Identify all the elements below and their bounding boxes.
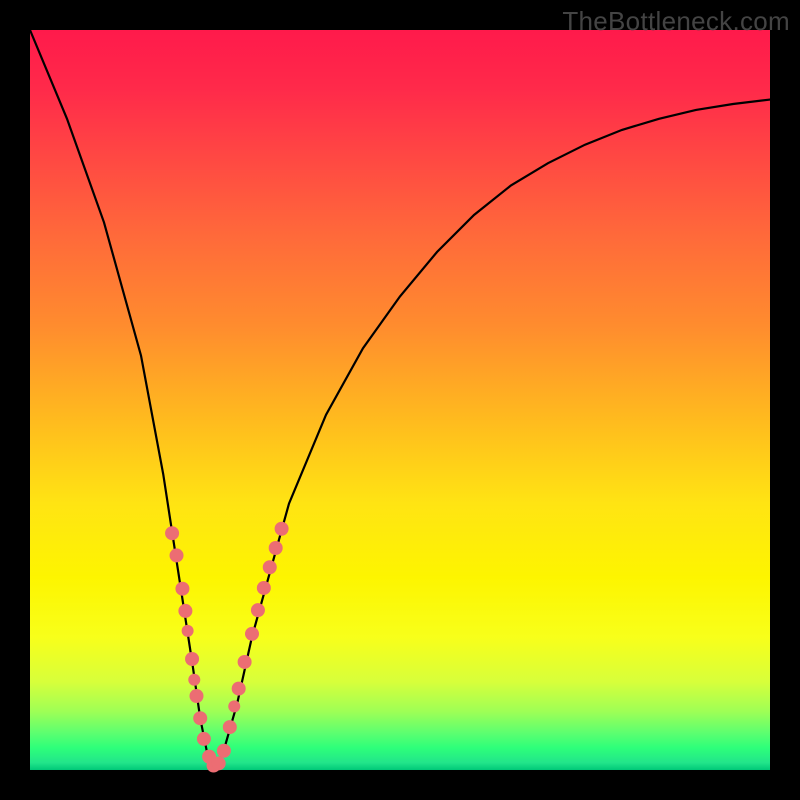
marker-dot	[263, 560, 277, 574]
plot-area	[30, 30, 770, 770]
marker-dot	[170, 548, 184, 562]
watermark-text: TheBottleneck.com	[562, 6, 790, 37]
marker-dot	[251, 603, 265, 617]
chart-frame: TheBottleneck.com	[0, 0, 800, 800]
marker-dot	[178, 604, 192, 618]
marker-dot	[228, 700, 240, 712]
marker-dot	[212, 756, 226, 770]
bottleneck-curve	[30, 30, 770, 770]
marker-dot	[165, 526, 179, 540]
marker-dot	[245, 627, 259, 641]
marker-dot	[232, 682, 246, 696]
marker-dot	[257, 581, 271, 595]
marker-dot	[193, 711, 207, 725]
marker-dot	[217, 744, 231, 758]
marker-dot	[223, 720, 237, 734]
marker-dot	[275, 522, 289, 536]
marker-dot	[175, 582, 189, 596]
marker-dot	[197, 732, 211, 746]
curve-svg	[30, 30, 770, 770]
marker-dot	[269, 541, 283, 555]
marker-dot	[190, 689, 204, 703]
marker-dot	[182, 625, 194, 637]
marker-dot	[185, 652, 199, 666]
marker-dot	[188, 674, 200, 686]
marker-dot	[238, 655, 252, 669]
marker-cluster	[165, 522, 289, 773]
